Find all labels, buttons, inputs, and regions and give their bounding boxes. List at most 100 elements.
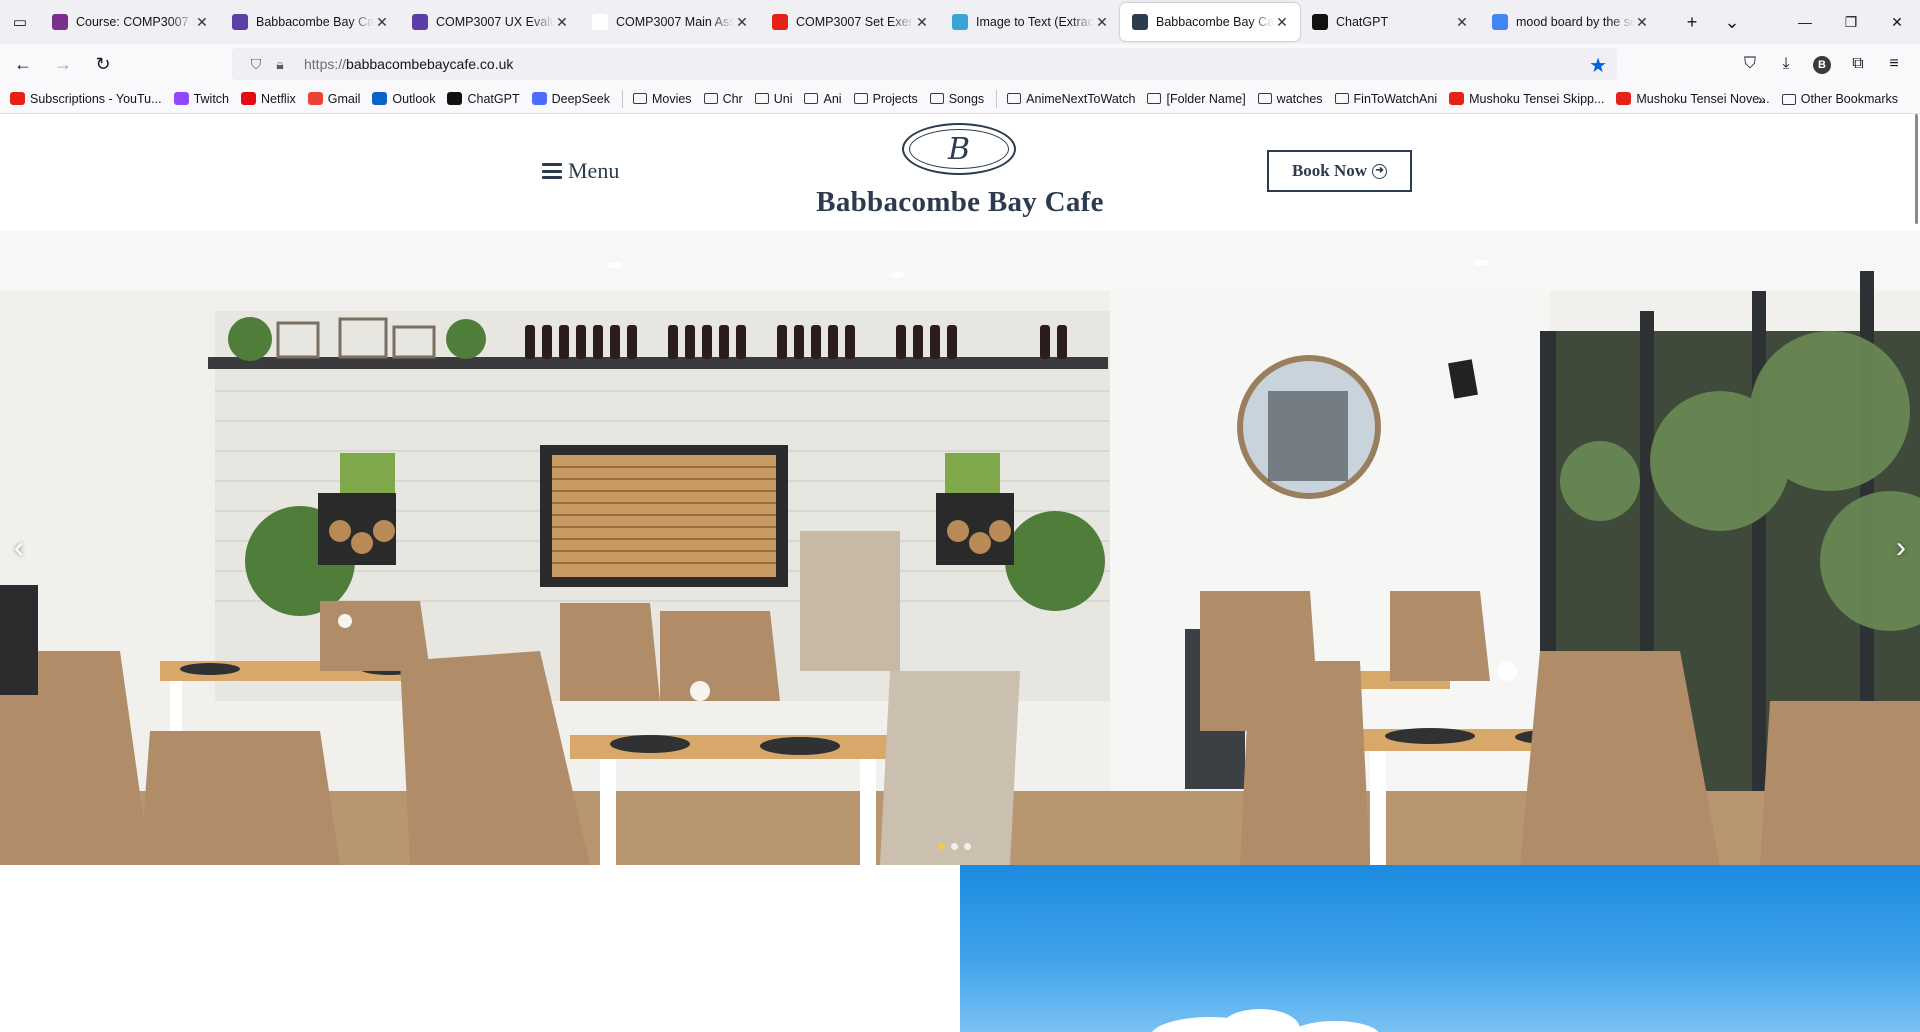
bookmark-label: watches (1276, 91, 1323, 106)
browser-tab[interactable]: Babbacombe Bay Cafe ✕ (1120, 3, 1300, 41)
bookmark-folder[interactable]: Projects (853, 92, 918, 106)
menu-button[interactable]: Menu (542, 158, 619, 184)
browser-tab[interactable]: COMP3007 Main Assessment✕ (580, 4, 760, 40)
bookmark-favicon-icon (10, 92, 25, 105)
bookmark-folder[interactable]: Songs (929, 92, 984, 106)
bookmark-item[interactable]: DeepSeek (531, 91, 610, 106)
bookmark-label: Uni (773, 91, 793, 106)
bookmark-label: Mushoku Tensei Nove... (1636, 91, 1770, 106)
app-menu-icon[interactable]: ≡ (1876, 55, 1912, 73)
bookmark-item[interactable]: Netflix (241, 92, 296, 106)
tab-list-icon[interactable]: ▭ (0, 0, 40, 44)
bookmark-star-icon[interactable]: ★ (1589, 53, 1607, 78)
restore-icon[interactable]: ❐ (1828, 0, 1874, 44)
tab-close-icon[interactable]: ✕ (554, 14, 570, 31)
menu-label: Menu (568, 158, 620, 183)
tab-close-icon[interactable]: ✕ (1094, 14, 1110, 31)
downloads-icon[interactable]: ⤓ (1768, 55, 1804, 73)
cafe-interior-photo (0, 231, 1920, 865)
account-icon[interactable]: B (1804, 55, 1840, 74)
bookmark-folder[interactable]: AnimeNextToWatch (1007, 92, 1135, 106)
tab-close-icon[interactable]: ✕ (1454, 14, 1470, 31)
new-tab-icon[interactable]: + (1672, 12, 1712, 33)
page-scrollbar[interactable] (1915, 114, 1918, 224)
bookmark-folder[interactable]: Uni (754, 91, 793, 106)
slider-dot-3[interactable] (964, 843, 971, 850)
bookmark-label: Subscriptions - YouTu... (30, 91, 162, 106)
bookmark-folder[interactable]: Ani (804, 91, 842, 106)
tab-overflow-chevron-icon[interactable]: ⌄ (1712, 12, 1752, 33)
bookmark-item[interactable]: ChatGPT (447, 91, 520, 106)
bookmark-item[interactable]: Gmail (307, 92, 360, 106)
site-logo[interactable]: B (902, 123, 1016, 175)
slider-next-icon[interactable]: › (1896, 531, 1906, 565)
bookmark-label: DeepSeek (551, 91, 610, 106)
folder-icon (1147, 93, 1162, 104)
slider-prev-icon[interactable]: ‹ (14, 531, 24, 565)
bookmark-item[interactable]: Outlook (372, 92, 435, 106)
browser-tab[interactable]: COMP3007 UX Evaluation✕ (400, 4, 580, 40)
tab-title: COMP3007 UX Evaluation (436, 15, 554, 29)
folder-icon (1781, 93, 1796, 105)
tab-favicon-icon (1312, 14, 1328, 30)
back-icon[interactable]: ← (6, 48, 40, 80)
bookmark-item[interactable]: Mushoku Tensei Nove... (1616, 91, 1770, 106)
site-header: Menu B Babbacombe Bay Cafe Book Now ➜ (0, 114, 1920, 231)
forward-icon[interactable]: → (46, 48, 80, 80)
book-now-label: Book Now (1291, 161, 1368, 180)
bookmark-label: ChatGPT (467, 91, 520, 106)
url-text[interactable]: https://babbacombebaycafe.co.uk (304, 56, 513, 72)
previous-slide-peek (0, 585, 38, 695)
folder-icon (1007, 93, 1022, 104)
url-bar[interactable]: ⛉ 🔒︎ https://babbacombebaycafe.co.uk ★ (232, 48, 1617, 80)
pocket-icon[interactable]: ⛉ (1732, 55, 1768, 73)
shield-icon[interactable]: ⛉ (244, 56, 268, 73)
browser-tab[interactable]: COMP3007 Set Exercise✕ (760, 4, 940, 40)
bookmark-folder[interactable]: FinToWatchAni (1334, 92, 1437, 106)
browser-tab[interactable]: Image to Text (Extract Text)✕ (940, 4, 1120, 40)
tab-close-icon[interactable]: ✕ (194, 14, 210, 31)
tab-close-icon[interactable]: ✕ (1274, 14, 1290, 31)
minimize-icon[interactable]: — (1782, 0, 1828, 44)
tab-close-icon[interactable]: ✕ (734, 14, 750, 31)
folder-icon (632, 93, 647, 104)
book-now-button[interactable]: Book Now ➜ (1267, 150, 1412, 192)
tab-close-icon[interactable]: ✕ (374, 14, 390, 31)
reload-icon[interactable]: ↻ (86, 48, 120, 80)
tab-close-icon[interactable]: ✕ (914, 14, 930, 31)
bookmark-favicon-icon (531, 92, 547, 105)
bookmark-item[interactable]: Twitch (173, 92, 229, 106)
bookmark-folder[interactable]: watches (1257, 91, 1323, 106)
window-close-icon[interactable]: ✕ (1874, 0, 1920, 44)
browser-tab[interactable]: mood board by the sea ✕ (1480, 4, 1660, 40)
browser-tab[interactable]: Course: COMP3007 HCI✕ (40, 4, 220, 40)
browser-tab[interactable]: ChatGPT ✕ (1300, 4, 1480, 40)
logo-letter: B (947, 131, 971, 167)
slider-dot-2[interactable] (951, 843, 958, 850)
bookmark-separator (996, 89, 998, 108)
folder-icon (754, 93, 769, 104)
tab-title: COMP3007 Set Exercise (796, 15, 914, 29)
other-bookmarks[interactable]: Other Bookmarks (1781, 92, 1898, 106)
bookmark-folder[interactable]: [Folder Name] (1147, 92, 1246, 106)
hero-slider[interactable]: ‹ › (0, 231, 1920, 865)
tab-title: ChatGPT (1336, 15, 1389, 29)
tab-favicon-icon (592, 14, 608, 30)
lock-icon[interactable]: 🔒︎ (268, 56, 292, 73)
browser-tab[interactable]: Babbacombe Bay Cafe ✕ (220, 4, 400, 40)
bookmark-item[interactable]: Mushoku Tensei Skipp... (1449, 92, 1604, 106)
nav-toolbar: ← → ↻ ⛉ 🔒︎ https://babbacombebaycafe.co.… (0, 44, 1920, 84)
bookmark-folder[interactable]: Chr (703, 92, 743, 106)
tab-title: COMP3007 Main Assessment (616, 15, 734, 29)
tab-close-icon[interactable]: ✕ (1634, 14, 1650, 31)
folder-icon (853, 93, 868, 104)
tab-favicon-icon (52, 14, 68, 30)
bookmark-folder[interactable]: Movies (632, 92, 692, 106)
slider-dot-1[interactable] (938, 843, 945, 850)
site-title[interactable]: Babbacombe Bay Cafe (760, 186, 1160, 219)
extensions-icon[interactable]: ⧉ (1840, 55, 1876, 73)
bookmarks-overflow-icon[interactable]: » (1758, 91, 1766, 107)
bookmark-item[interactable]: Subscriptions - YouTu... (10, 92, 162, 106)
bookmark-label: Ani (823, 91, 842, 106)
sea-sky-image (960, 865, 1920, 1032)
